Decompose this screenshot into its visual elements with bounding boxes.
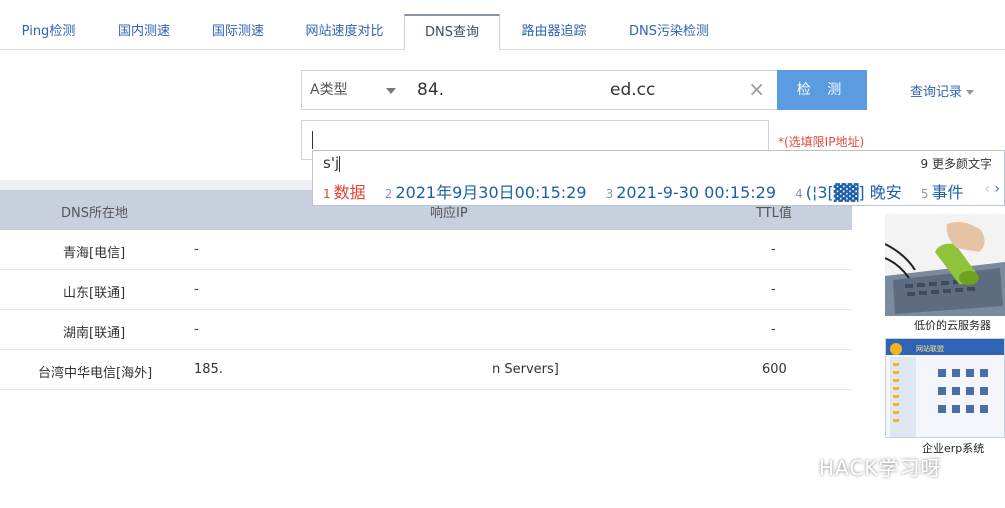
cell-ip-extra: n Servers]	[492, 362, 559, 377]
tab-ping[interactable]: Ping检测	[0, 14, 97, 50]
cell-ip: -	[194, 282, 199, 297]
cell-location: 台湾中华电信[海外]	[38, 366, 153, 381]
tab-route-trace[interactable]: 路由器追踪	[500, 14, 608, 50]
table-row: 湖南[联通] - -	[0, 310, 852, 350]
cell-ip: -	[194, 322, 199, 337]
results-table: DNS所在地 响应IP TTL值 青海[电信] - - 山东[联通] - - 湖…	[0, 190, 852, 508]
table-row: 台湾中华电信[海外] 185. n Servers] 600	[0, 350, 852, 390]
candidate-number: 5	[920, 187, 929, 201]
ime-composition-text: s'j	[323, 154, 340, 172]
text-cursor	[312, 131, 313, 149]
ad-cloud-server-image[interactable]	[885, 214, 1005, 316]
query-history-dropdown[interactable]: 查询记录	[910, 81, 975, 100]
tab-site-compare[interactable]: 网站速度对比	[285, 14, 404, 50]
ime-candidate-window: s'j 9 更多颜文字 1 数据 2 2021年9月30日00:15:29 3 202…	[312, 150, 1005, 206]
clear-icon[interactable]: ×	[748, 78, 765, 100]
ime-candidate[interactable]: 5 事件	[921, 179, 964, 203]
table-row: 青海[电信] - -	[0, 230, 852, 270]
candidate-text: 数据	[333, 183, 366, 202]
tab-dns-query[interactable]: DNS查询	[404, 14, 500, 51]
candidate-text: 2021年9月30日00:15:29	[395, 183, 587, 202]
query-history-label: 查询记录	[910, 85, 963, 100]
cell-ttl: -	[771, 242, 776, 257]
ad-cloud-server-caption[interactable]: 低价的云服务器	[914, 317, 991, 333]
record-type-select[interactable]: A类型	[301, 70, 407, 110]
ime-candidate-list: 1 数据 2 2021年9月30日00:15:29 3 2021-9-30 00:15…	[323, 179, 977, 203]
caret-down-icon	[966, 90, 975, 95]
chevron-down-icon	[386, 88, 396, 94]
table-row: 山东[联通] - -	[0, 270, 852, 310]
record-type-value: A类型	[310, 82, 348, 98]
candidate-text: 2021-9-30 00:15:29	[616, 183, 776, 202]
ime-more-emoticons[interactable]: 9 更多颜文字	[921, 155, 992, 172]
candidate-number: 3	[605, 187, 614, 201]
ime-page-nav: ‹ ›	[984, 181, 1000, 197]
ime-candidate[interactable]: 3 2021-9-30 00:15:29	[606, 183, 776, 202]
ime-candidate[interactable]: 1 数据	[323, 179, 366, 203]
tab-intl-speed[interactable]: 国际测速	[191, 14, 285, 50]
candidate-number: 4	[795, 187, 803, 201]
tab-domestic-speed[interactable]: 国内测速	[97, 14, 191, 50]
header-location: DNS所在地	[61, 206, 128, 221]
candidate-number: 2	[384, 187, 393, 201]
candidate-text: (¦3[▓▓] 晚安	[805, 183, 902, 202]
tab-dns-pollution[interactable]: DNS污染检测	[608, 14, 730, 50]
cell-location: 青海[电信]	[63, 246, 126, 261]
tab-bar: Ping检测 国内测速 国际测速 网站速度对比 DNS查询 路由器追踪 DNS污…	[0, 0, 1005, 51]
cell-ttl: -	[771, 322, 776, 337]
ad-erp-image[interactable]: 网站联盟	[885, 338, 1005, 438]
cell-location: 山东[联通]	[63, 286, 126, 301]
domain-input[interactable]: 84. ed.cc ×	[406, 70, 778, 110]
laptop-vacuum-photo	[885, 214, 1005, 316]
ime-candidate[interactable]: 4 (¦3[▓▓] 晚安	[795, 179, 902, 203]
ip-hint: *(选填限IP地址)	[778, 135, 865, 149]
domain-value-start: 84.	[417, 80, 445, 100]
cell-ttl: -	[771, 282, 776, 297]
watermark-text: HACK学习呀	[819, 456, 942, 480]
check-button[interactable]: 检 测	[777, 70, 867, 110]
ime-candidate[interactable]: 2 2021年9月30日00:15:29	[385, 179, 587, 203]
watermark: HACK学习呀	[789, 452, 941, 481]
cell-location: 湖南[联通]	[63, 326, 126, 341]
ime-composition: s'j	[323, 154, 341, 172]
erp-screenshot: 网站联盟	[886, 339, 1004, 437]
cell-ttl: 600	[762, 362, 787, 377]
domain-value-end: ed.cc	[610, 80, 656, 100]
ime-prev-icon[interactable]: ‹	[984, 181, 990, 197]
wechat-icon	[789, 459, 815, 480]
candidate-text: 事件	[931, 183, 964, 202]
cell-ip: -	[194, 242, 199, 257]
cell-ip: 185.	[194, 362, 223, 377]
ime-caret	[339, 155, 341, 172]
ad2-title: 网站联盟	[916, 344, 944, 353]
candidate-number: 1	[323, 187, 331, 201]
ime-next-icon[interactable]: ›	[994, 181, 1000, 197]
